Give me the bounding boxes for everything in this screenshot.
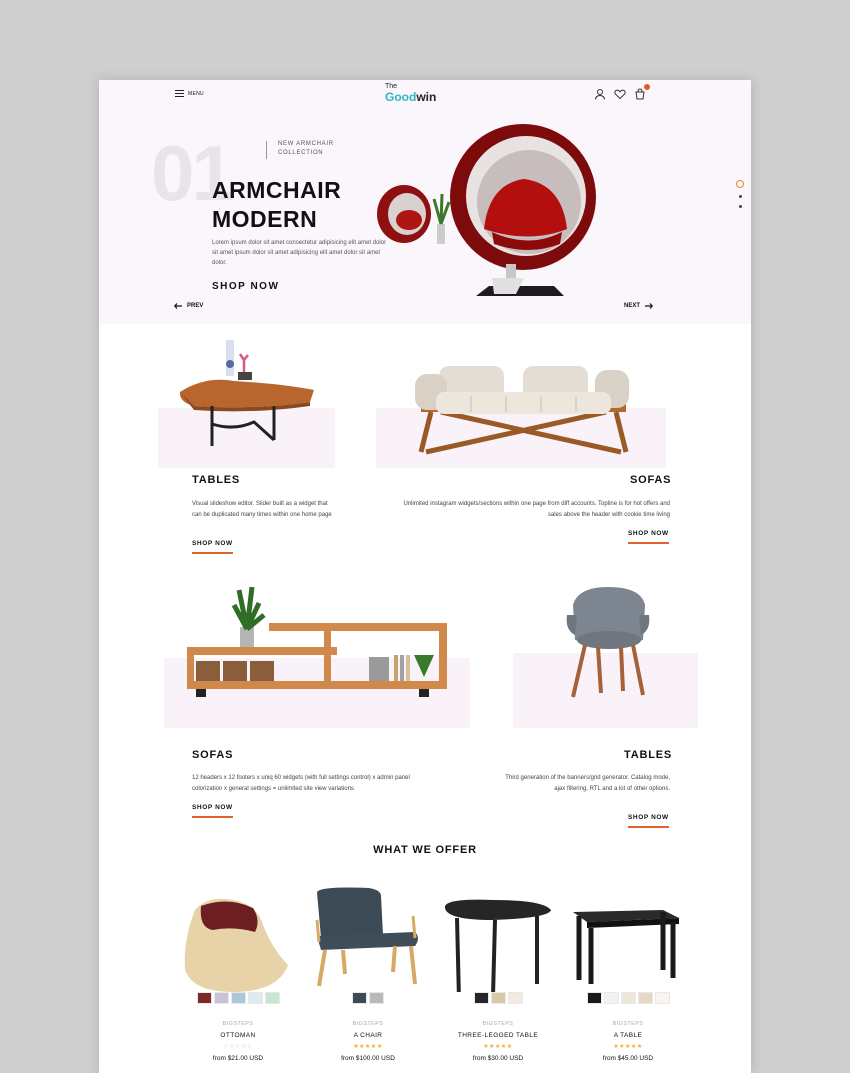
hamburger-icon [175, 90, 184, 97]
product-card: BIGSTEPS A TABLE ★★★★★ from $45.00 USD [563, 880, 693, 1070]
category-title-tables: TABLES [192, 474, 240, 486]
color-swatch[interactable] [620, 992, 636, 1004]
product-price: from $21.00 USD [212, 1055, 264, 1062]
product-image-chair[interactable] [303, 880, 433, 992]
menu-button[interactable]: MENU [175, 90, 204, 97]
product-card: BIGSTEPS A CHAIR ★★★★★ from $100.00 USD [303, 880, 433, 1070]
color-swatch[interactable] [352, 992, 367, 1004]
hero-shop-now-button[interactable]: SHOP NOW [212, 281, 279, 292]
category-shop-now-link[interactable]: SHOP NOW [192, 540, 233, 554]
product-rating: ★★★★★ [353, 1044, 383, 1050]
product-rating: ☆☆☆☆☆ [223, 1044, 253, 1050]
product-card: BIGSTEPS OTTOMAN ☆☆☆☆☆ from $21.00 USD [173, 880, 303, 1070]
product-image-ottoman[interactable] [173, 880, 303, 992]
color-swatch[interactable] [637, 992, 653, 1004]
product-rating: ★★★★★ [483, 1044, 513, 1050]
product-card: BIGSTEPS THREE-LEGGED TABLE ★★★★★ from $… [433, 880, 563, 1070]
product-price: from $100.00 USD [341, 1055, 395, 1062]
section-title-what-we-offer: WHAT WE OFFER [373, 844, 477, 856]
hero-slider: 01 NEW ARMCHAIR COLLECTION ARMCHAIR MODE… [99, 114, 751, 324]
menu-label: MENU [188, 90, 204, 97]
color-swatch[interactable] [230, 992, 246, 1004]
color-swatches [433, 992, 563, 1004]
tv-stand-image[interactable] [184, 585, 449, 703]
slider-dot-3[interactable] [738, 205, 742, 208]
cart-count-badge [644, 84, 650, 90]
product-name[interactable]: A CHAIR [303, 1032, 433, 1039]
color-swatch[interactable] [603, 992, 619, 1004]
category-shop-now-link[interactable]: SHOP NOW [628, 530, 669, 544]
color-swatch[interactable] [369, 992, 384, 1004]
sofa-image[interactable] [411, 356, 636, 456]
wishlist-heart-icon[interactable] [614, 87, 626, 100]
header-icons [594, 84, 650, 100]
product-name[interactable]: OTTOMAN [173, 1032, 303, 1039]
hero-title-line2: MODERN [212, 206, 318, 232]
category-description: Unlimited instagram widgets/sections wit… [403, 501, 670, 518]
ball-armchair-image [377, 124, 596, 296]
category-description: Third generation of the banners/grid gen… [505, 775, 670, 792]
category-title-tables: TABLES [624, 749, 672, 761]
logo-wordmark: Goodwin [385, 90, 436, 104]
color-swatch[interactable] [196, 992, 212, 1004]
color-swatch[interactable] [247, 992, 263, 1004]
prev-label: PREV [187, 303, 204, 309]
product-brand: BIGSTEPS [612, 1021, 644, 1027]
slider-dot-1[interactable] [736, 180, 744, 188]
product-name[interactable]: A TABLE [563, 1032, 693, 1039]
site-logo[interactable]: The Goodwin [383, 83, 443, 109]
color-swatch[interactable] [586, 992, 602, 1004]
kicker-divider [266, 141, 267, 159]
hero-kicker: NEW ARMCHAIR COLLECTION [278, 141, 334, 156]
category-shop-now-link[interactable]: SHOP NOW [192, 804, 233, 818]
color-swatch[interactable] [473, 992, 489, 1004]
product-image-table[interactable] [563, 880, 693, 992]
product-brand: BIGSTEPS [482, 1021, 514, 1027]
logo-the: The [385, 83, 398, 90]
color-swatch[interactable] [264, 992, 280, 1004]
prev-slide-button[interactable]: PREV [174, 303, 203, 309]
color-swatches [173, 992, 303, 1004]
product-brand: BIGSTEPS [222, 1021, 254, 1027]
product-name[interactable]: THREE-LEGGED TABLE [433, 1032, 563, 1039]
logo-good: Good [385, 90, 417, 104]
color-swatch[interactable] [507, 992, 523, 1004]
armchair-image[interactable] [563, 585, 653, 700]
page: MENU The Goodwin 01 NEW ARMCHAIR COLLECT… [99, 80, 751, 1073]
color-swatch[interactable] [654, 992, 670, 1004]
coffee-table-image[interactable] [174, 336, 324, 451]
product-price: from $30.00 USD [472, 1055, 524, 1062]
category-shop-now-link[interactable]: SHOP NOW [628, 814, 669, 828]
next-slide-button[interactable]: NEXT [624, 303, 654, 309]
hero-title: ARMCHAIR MODERN [212, 176, 382, 234]
color-swatch[interactable] [490, 992, 506, 1004]
arrow-left-icon [174, 303, 182, 309]
account-icon[interactable] [594, 87, 606, 100]
arrow-right-icon [645, 303, 654, 309]
cart-icon[interactable] [634, 84, 650, 100]
hero-title-line1: ARMCHAIR [212, 177, 342, 203]
site-header: MENU The Goodwin [99, 80, 751, 114]
product-rating: ★★★★★ [613, 1044, 643, 1050]
product-brand: BIGSTEPS [352, 1021, 384, 1027]
color-swatch[interactable] [213, 992, 229, 1004]
product-price: from $45.00 USD [602, 1055, 654, 1062]
product-image-three-legged-table[interactable] [433, 880, 563, 992]
next-label: NEXT [624, 303, 641, 309]
category-title-sofas: SOFAS [192, 749, 234, 761]
slider-dot-2[interactable] [738, 195, 742, 198]
category-description: 12 headers x 12 footers x uniq 60 widget… [192, 775, 410, 792]
category-description: Visual slideshow editor. Slider built as… [192, 501, 332, 518]
logo-win: win [416, 90, 437, 104]
slider-pagination [736, 180, 744, 208]
color-swatches [563, 992, 693, 1004]
color-swatches [303, 992, 433, 1004]
category-title-sofas: SOFAS [630, 474, 672, 486]
